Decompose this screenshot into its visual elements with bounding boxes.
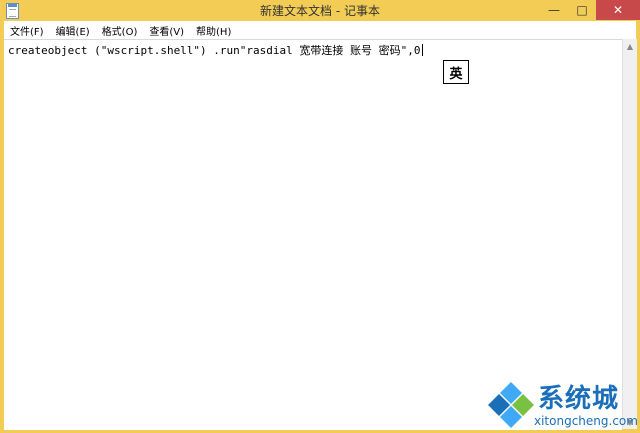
editor-text[interactable]: createobject ("wscript.shell") .run"rasd…	[8, 44, 421, 57]
notepad-window: 新建文本文档 - 记事本 — □ ✕ 文件(F) 编辑(E) 格式(O) 查看(…	[0, 0, 640, 433]
text-editor-area[interactable]: createobject ("wscript.shell") .run"rasd…	[4, 39, 622, 430]
menu-help[interactable]: 帮助(H)	[190, 23, 237, 38]
window-controls: — □ ✕	[540, 0, 640, 21]
watermark-logo-icon	[488, 382, 534, 428]
close-button[interactable]: ✕	[596, 0, 640, 20]
maximize-button[interactable]: □	[568, 0, 596, 20]
minimize-button[interactable]: —	[540, 0, 568, 20]
ime-mode-indicator[interactable]: 英	[443, 60, 469, 84]
title-bar[interactable]: 新建文本文档 - 记事本 — □ ✕	[0, 0, 640, 21]
menu-file[interactable]: 文件(F)	[4, 23, 50, 38]
menu-view[interactable]: 查看(V)	[143, 23, 190, 38]
vertical-scrollbar[interactable]: ▲ ▼	[622, 39, 637, 429]
text-caret	[421, 44, 423, 56]
menu-edit[interactable]: 编辑(E)	[50, 23, 96, 38]
watermark: 系统城 xitongcheng.com	[486, 376, 638, 431]
watermark-domain: xitongcheng.com	[534, 414, 638, 428]
watermark-brand: 系统城	[538, 384, 620, 414]
menu-format[interactable]: 格式(O)	[96, 23, 144, 38]
scroll-up-icon[interactable]: ▲	[623, 39, 637, 53]
menu-bar: 文件(F) 编辑(E) 格式(O) 查看(V) 帮助(H)	[4, 21, 636, 39]
editor-text-line[interactable]: createobject ("wscript.shell") .run"rasd…	[8, 42, 423, 58]
